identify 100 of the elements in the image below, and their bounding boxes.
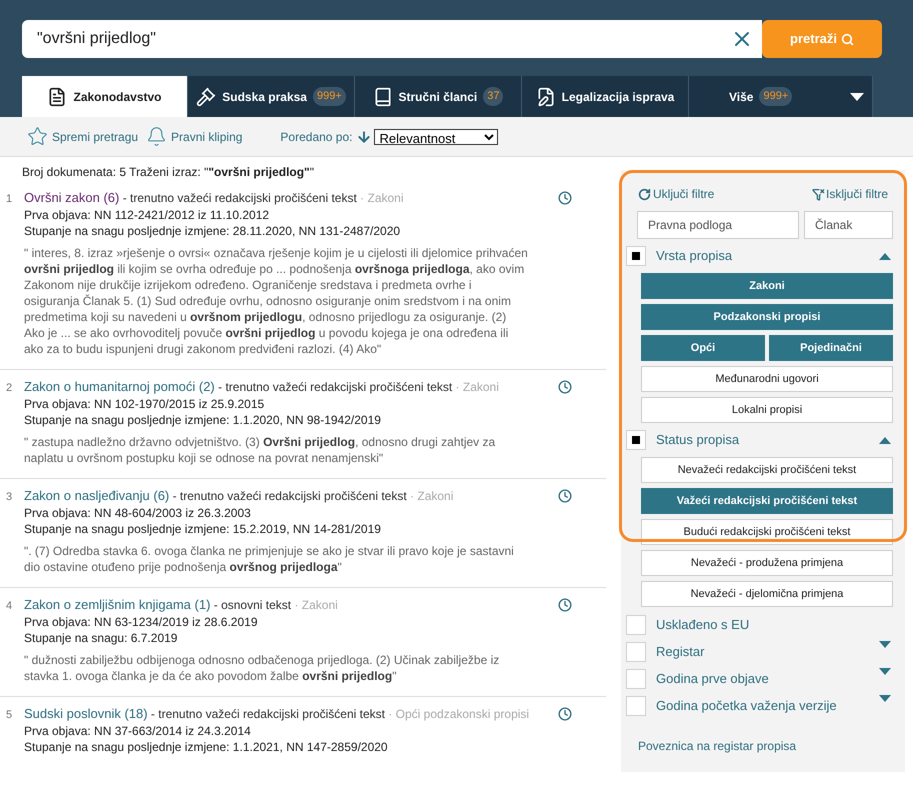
checkbox[interactable] (626, 614, 646, 634)
article-field[interactable]: Članak (804, 211, 893, 239)
filter-option-button[interactable]: Nevažeći - djelomična primjena (641, 581, 893, 607)
history-icon[interactable] (558, 489, 572, 503)
filter-group-title[interactable]: Registar (656, 642, 879, 662)
count-badge: 37 (483, 87, 504, 106)
snippet-text: " dužnosti zabilježbu odbijenoga odnosno odbačenoga prijedloga. (2) Učinak zabilježbe iz stavka 1. ovoga članka je da će ako povodom žalbe ovršni prijedlog" (24, 652, 500, 684)
filter-option-button[interactable]: Lokalni propisi (641, 397, 893, 423)
version-text: - trenutno važeći redakcijski pročišćeni tekst (217, 380, 454, 394)
result-title-link[interactable]: Zakon o humanitarnoj pomoći (2) (24, 379, 215, 394)
history-icon[interactable] (558, 598, 572, 612)
gavel-icon (196, 86, 216, 106)
publication-info: Stupanje na snagu: 6.7.2019 (24, 630, 178, 646)
publication-info: Prva objava: NN 102-1970/2015 iz 25.9.2015 (24, 396, 266, 412)
category-text: · Zakoni (294, 598, 338, 612)
publication-info: Stupanje na snagu posljednje izmjene: 28.11.2020, NN 131-2487/2020 (24, 223, 402, 239)
count-badge: 999+ (312, 87, 346, 106)
result-number: 5 (5, 708, 14, 723)
version-text: - osnovni tekst (212, 598, 292, 612)
filter-group-title[interactable]: Godina početka važenja verzije (656, 696, 879, 716)
version-text: - trenutno važeći redakcijski pročišćeni tekst (150, 707, 386, 721)
dropdown-icon[interactable] (850, 92, 864, 100)
tab-label: Stručni članci (398, 88, 478, 106)
refresh-icon (638, 188, 651, 200)
history-icon[interactable] (558, 380, 572, 394)
filter-option-button[interactable]: Zakoni (641, 273, 893, 299)
filter-group-title[interactable]: Vrsta propisa (656, 246, 879, 266)
publication-info: Prva objava: NN 112-2421/2012 iz 11.10.2012 (24, 207, 270, 223)
result-title-link[interactable]: Ovršni zakon (6) (24, 190, 120, 205)
filter-option-button[interactable]: Nevažeći - produžena primjena (641, 550, 893, 576)
expand-icon[interactable] (879, 641, 891, 649)
version-text: - trenutno važeći redakcijski pročišćeni tekst (172, 489, 408, 503)
publication-info: Stupanje na snagu posljednje izmjene: 1.1.2021, NN 147-2859/2020 (24, 739, 389, 755)
tab-label: Zakonodavstvo (73, 88, 162, 106)
expand-icon[interactable] (879, 695, 891, 703)
tab-label: Sudska praksa (222, 88, 307, 106)
save-search-button[interactable]: Spremi pretragu (27, 126, 138, 147)
filter-clear-icon (812, 188, 825, 200)
count-badge: 999+ (759, 87, 792, 106)
results-summary: Broj dokumenata: 5 Traženi izraz: ""ovršni prijedlog"" (21, 164, 316, 181)
checkbox[interactable] (626, 696, 646, 716)
filter-option-button[interactable]: Pojedinačni (769, 335, 893, 361)
result-number: 4 (5, 599, 14, 614)
form-icon (536, 86, 556, 106)
result-title-link[interactable]: Zakon o zemljišnim knjigama (1) (24, 597, 210, 612)
history-icon[interactable] (558, 707, 572, 721)
category-text: · Opći podzakonski propisi (388, 707, 530, 721)
publication-info: Stupanje na snagu posljednje izmjene: 1.1.2020, NN 98-1942/2019 (24, 412, 382, 428)
disable-filters-button[interactable]: Isključi filtre (812, 185, 888, 203)
filter-group-title[interactable]: Godina prve objave (656, 668, 879, 688)
checkbox[interactable] (626, 430, 646, 450)
version-text: - trenutno važeći redakcijski pročišćeni tekst (122, 191, 358, 205)
publication-info: Prva objava: NN 37-663/2014 iz 24.3.2014 (24, 723, 252, 739)
filter-option-button[interactable]: Važeći redakcijski pročišćeni tekst (641, 488, 893, 514)
sort-select[interactable]: Relevantnost (374, 128, 498, 144)
tab[interactable]: Sudska praksa 999+ (188, 76, 355, 117)
publication-info: Prva objava: NN 48-604/2003 iz 26.3.2003 (24, 505, 252, 521)
category-text: · Zakoni (410, 489, 454, 503)
bell-icon (146, 126, 168, 147)
result-number: 2 (5, 381, 14, 396)
filter-option-button[interactable]: Nevažeći redakcijski pročišćeni tekst (641, 457, 893, 483)
publication-info: Stupanje na snagu posljednje izmjene: 15.2.2019, NN 14-281/2019 (24, 521, 382, 537)
tab[interactable]: Stručni članci 37 (355, 76, 522, 117)
collapse-icon[interactable] (879, 252, 891, 260)
tab[interactable]: Zakonodavstvo (22, 76, 188, 117)
checkbox[interactable] (626, 668, 646, 688)
result-title-link[interactable]: Sudski poslovnik (18) (24, 706, 148, 721)
result-number: 1 (5, 192, 14, 207)
star-icon (27, 126, 48, 147)
enable-filters-button[interactable]: Uključi filtre (638, 185, 714, 203)
filter-option-button[interactable]: Podzakonski propisi (641, 304, 893, 330)
search-icon (840, 32, 854, 46)
tab[interactable]: Više 999+ (689, 76, 873, 117)
book-icon (372, 86, 393, 106)
tab[interactable]: Legalizacija isprava (522, 76, 689, 117)
sort-label: Poredano po: (280, 128, 352, 146)
category-text: · Zakoni (360, 191, 404, 205)
filter-group-title[interactable]: Usklađeno s EU (656, 614, 891, 634)
expand-icon[interactable] (879, 668, 891, 676)
arrow-down-icon[interactable] (356, 128, 372, 144)
snippet-text: ". (7) Odredba stavka 6. ovoga članka ne primjenjuje se ako je stvar ili pravo koje je sastavni dio ostavine otuđeno prije podnošenja ovršnog prijedloga" (24, 543, 515, 575)
publication-info: Prva objava: NN 63-1234/2019 iz 28.6.2019 (24, 614, 258, 630)
search-input[interactable]: "ovršni prijedlog" (37, 27, 730, 51)
category-text: · Zakoni (456, 380, 499, 394)
filter-group-title[interactable]: Status propisa (656, 430, 879, 450)
tab-label: Više (729, 88, 754, 106)
checkbox[interactable] (626, 246, 646, 266)
filter-option-button[interactable]: Međunarodni ugovori (641, 366, 893, 392)
snippet-text: " zastupa nadležno državno odvjetništvo. (3) Ovršni prijedlog, odnosno drugi zahtjev za naplatu u ovršnom postupku koji se odnose na povrat nenamjenski" (24, 434, 496, 466)
checkbox[interactable] (626, 642, 646, 662)
clipping-button[interactable]: Pravni kliping (146, 126, 242, 147)
result-number: 3 (5, 490, 14, 505)
filter-option-button[interactable]: Opći (641, 335, 765, 361)
collapse-icon[interactable] (879, 436, 891, 444)
result-title-link[interactable]: Zakon o nasljeđivanju (6) (24, 488, 170, 503)
register-link[interactable]: Poveznica na registar propisa (638, 737, 905, 755)
document-icon (47, 86, 68, 106)
search-field[interactable]: "ovršni prijedlog" (22, 20, 762, 58)
history-icon[interactable] (558, 191, 572, 205)
legal-basis-field[interactable]: Pravna podloga (637, 211, 799, 239)
